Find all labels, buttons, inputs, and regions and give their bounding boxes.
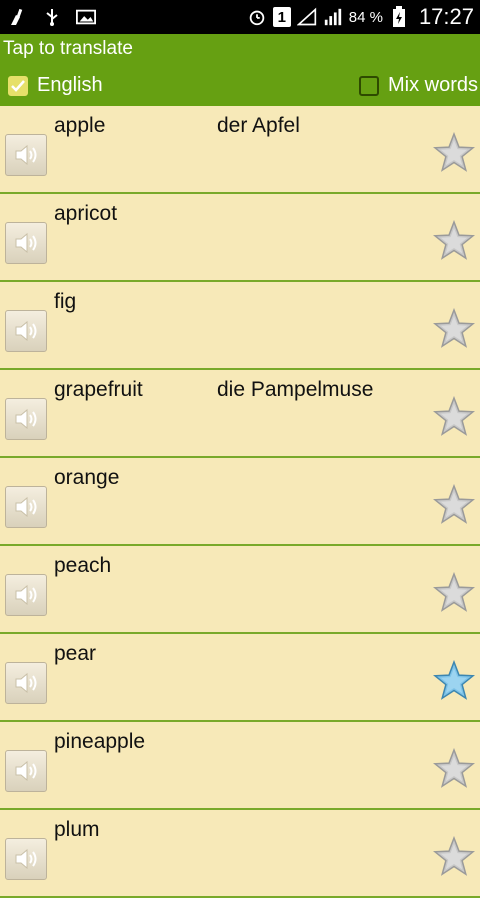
word-list: apple der Apfel apricot fig grapefruit d… [0, 106, 480, 898]
mix-words-label: Mix words [387, 74, 478, 96]
word-text: plum [54, 818, 100, 841]
list-item[interactable]: pear [0, 634, 480, 722]
app-header: Tap to translate English Mix words [0, 34, 480, 106]
english-checkbox[interactable]: English [8, 74, 103, 97]
header-title[interactable]: Tap to translate [3, 38, 133, 60]
word-text: pineapple [54, 730, 146, 753]
image-icon [76, 7, 96, 27]
speaker-icon[interactable] [5, 486, 47, 528]
word-text: peach [54, 554, 112, 577]
status-bar: 1 84 % 17:27 [0, 0, 480, 34]
english-checkbox-box[interactable] [8, 75, 28, 96]
speaker-icon[interactable] [5, 310, 47, 352]
list-item[interactable]: grapefruit die Pampelmuse [0, 370, 480, 458]
word-text: grapefruit [54, 378, 143, 401]
word-text: apple [54, 114, 106, 137]
english-label: English [37, 74, 103, 96]
clock: 17:27 [418, 4, 474, 29]
mix-words-checkbox-box[interactable] [358, 75, 379, 96]
star-icon[interactable] [433, 484, 475, 526]
speaker-icon[interactable] [5, 750, 47, 792]
speaker-icon[interactable] [5, 222, 47, 264]
signal-icon [296, 7, 317, 27]
list-item[interactable]: orange [0, 458, 480, 546]
signal-strength-icon [323, 7, 343, 27]
word-text: orange [54, 466, 120, 489]
star-icon[interactable] [433, 132, 475, 174]
list-item[interactable]: plum [0, 810, 480, 898]
star-icon[interactable] [433, 572, 475, 614]
star-icon[interactable] [433, 748, 475, 790]
list-item[interactable]: apricot [0, 194, 480, 282]
star-icon[interactable] [433, 220, 475, 262]
list-item[interactable]: pineapple [0, 722, 480, 810]
word-text: pear [54, 642, 97, 665]
speaker-icon[interactable] [5, 838, 47, 880]
star-icon[interactable] [433, 836, 475, 878]
mix-words-checkbox[interactable]: Mix words [358, 74, 478, 97]
list-item[interactable]: apple der Apfel [0, 106, 480, 194]
alarm-icon [247, 7, 267, 27]
battery-percent: 84 % [348, 8, 383, 26]
speaker-icon[interactable] [5, 662, 47, 704]
battery-icon [389, 6, 409, 27]
translation-text: der Apfel [217, 114, 300, 137]
speaker-icon[interactable] [5, 398, 47, 440]
word-text: apricot [54, 202, 118, 225]
star-icon[interactable] [433, 660, 475, 702]
word-text: fig [54, 290, 77, 313]
star-icon[interactable] [433, 396, 475, 438]
speaker-icon[interactable] [5, 574, 47, 616]
list-item[interactable]: fig [0, 282, 480, 370]
usb-icon [42, 7, 62, 27]
list-item[interactable]: peach [0, 546, 480, 634]
star-icon[interactable] [433, 308, 475, 350]
speaker-icon[interactable] [5, 134, 47, 176]
translation-text: die Pampelmuse [217, 378, 374, 401]
cleaner-icon [8, 7, 28, 27]
sim-icon: 1 [272, 7, 291, 27]
